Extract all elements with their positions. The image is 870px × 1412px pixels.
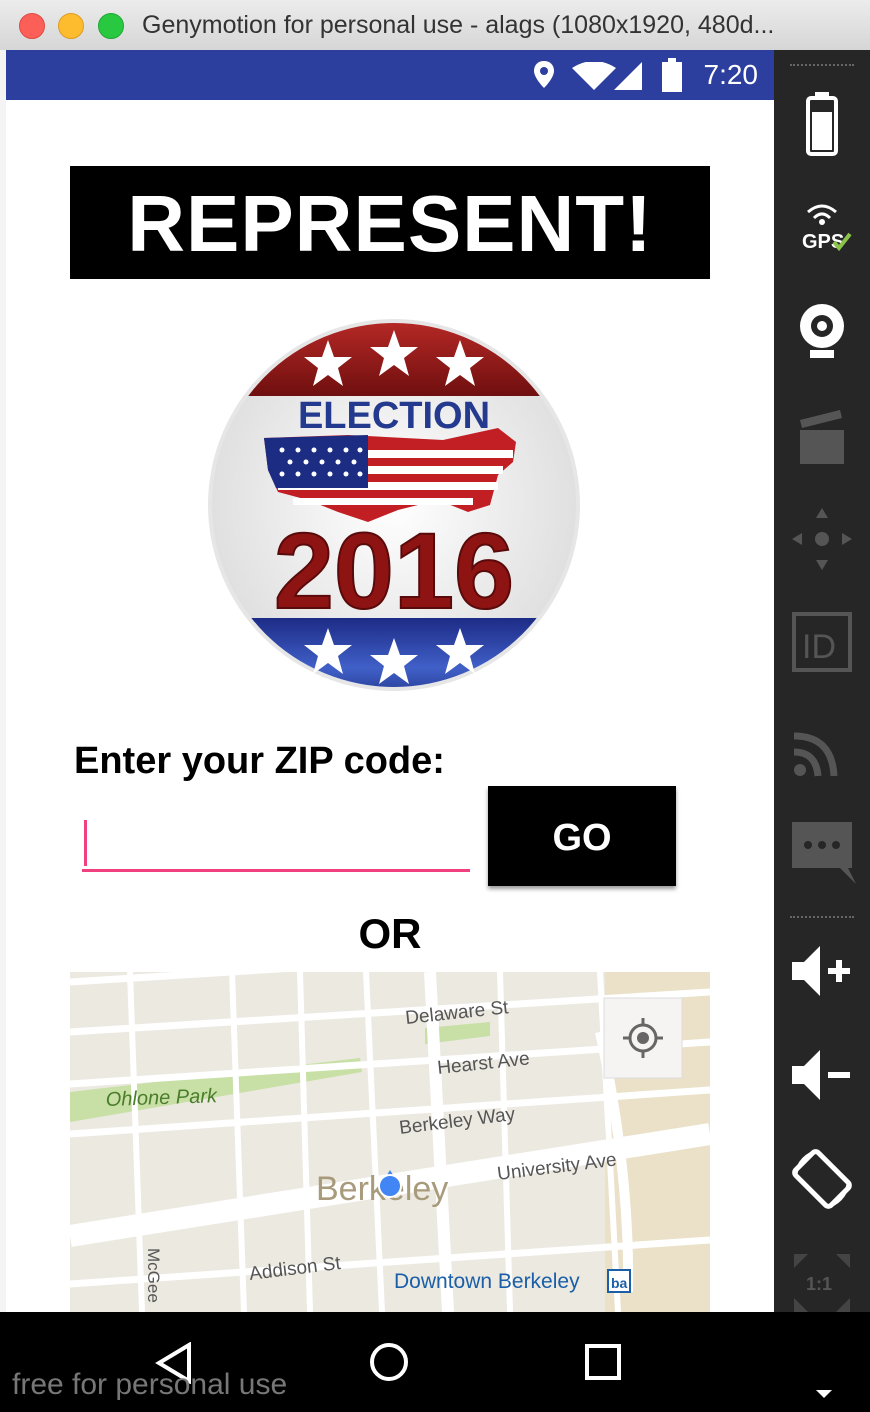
window-close-button[interactable] [19, 13, 45, 39]
recents-icon[interactable] [585, 1344, 621, 1380]
current-location-dot [378, 1174, 402, 1198]
id-icon: ID [792, 612, 852, 672]
network-widget-button[interactable] [774, 702, 870, 792]
rotate-icon [792, 1149, 852, 1209]
ratio-label: 1:1 [806, 1274, 832, 1294]
screencast-widget-button[interactable] [774, 390, 870, 480]
sidebar-divider [790, 916, 854, 920]
id-label: ID [802, 628, 836, 666]
wifi-icon [572, 62, 616, 90]
device-id-widget-button[interactable]: ID [774, 598, 870, 688]
webcam-icon [800, 304, 844, 358]
scale-ratio-icon: 1:1 [794, 1254, 850, 1312]
cell-signal-icon [614, 62, 642, 90]
map-label-downtown-berkeley: Downtown Berkeley [394, 1270, 580, 1293]
app-screen: REPRESENT! ELECTION 2016 Enter your ZIP … [6, 100, 774, 1312]
volume-down-button[interactable] [774, 1030, 870, 1120]
sidebar-scroll-down-icon[interactable] [814, 1388, 834, 1400]
map-canvas[interactable]: Delaware St Hearst Ave Berkeley Way Univ… [70, 972, 710, 1312]
logo-election-text: ELECTION [298, 395, 490, 437]
map-view[interactable]: Delaware St Hearst Ave Berkeley Way Univ… [70, 972, 710, 1312]
zip-code-label: Enter your ZIP code: [74, 740, 445, 782]
home-icon[interactable] [369, 1342, 409, 1382]
map-label-ohlone-park: Ohlone Park [105, 1085, 218, 1111]
clapperboard-icon [800, 410, 844, 464]
app-title-banner: REPRESENT! [70, 166, 710, 279]
election-2016-logo: ELECTION 2016 [208, 319, 580, 691]
battery-widget-icon [806, 92, 838, 156]
volume-up-icon [792, 946, 850, 996]
window-minimize-button[interactable] [58, 13, 84, 39]
battery-widget-button[interactable] [774, 78, 870, 168]
map-label-mcgee: McGee [144, 1248, 163, 1303]
gps-icon: GPS [802, 204, 852, 253]
sms-widget-button[interactable] [774, 806, 870, 896]
rotate-button[interactable] [774, 1134, 870, 1224]
window-maximize-button[interactable] [98, 13, 124, 39]
or-separator: OR [358, 910, 422, 957]
location-icon [534, 61, 554, 88]
volume-down-icon [792, 1050, 850, 1100]
personal-use-watermark: free for personal use [12, 1368, 288, 1401]
android-status-bar: 7:20 [6, 50, 774, 100]
window-title: Genymotion for personal use - alags (108… [142, 11, 775, 39]
text-cursor [84, 820, 87, 866]
zip-code-input[interactable] [82, 810, 470, 872]
go-button[interactable]: GO [488, 786, 676, 886]
message-icon [792, 822, 856, 884]
genymotion-sidebar: GPS ID 1:1 [774, 50, 870, 1312]
sidebar-divider [790, 64, 854, 68]
pixel-perfect-button[interactable]: 1:1 [774, 1238, 870, 1328]
window-titlebar: Genymotion for personal use - alags (108… [0, 0, 870, 51]
signal-icon [793, 732, 838, 777]
svg-text:ba: ba [611, 1275, 628, 1291]
logo-year-text: 2016 [274, 510, 514, 631]
dpad-icon [792, 508, 852, 570]
status-time: 7:20 [703, 59, 759, 90]
battery-icon [662, 58, 682, 92]
volume-up-button[interactable] [774, 926, 870, 1016]
gps-widget-button[interactable]: GPS [774, 182, 870, 272]
dpad-widget-button[interactable] [774, 494, 870, 584]
webcam-widget-button[interactable] [774, 286, 870, 376]
